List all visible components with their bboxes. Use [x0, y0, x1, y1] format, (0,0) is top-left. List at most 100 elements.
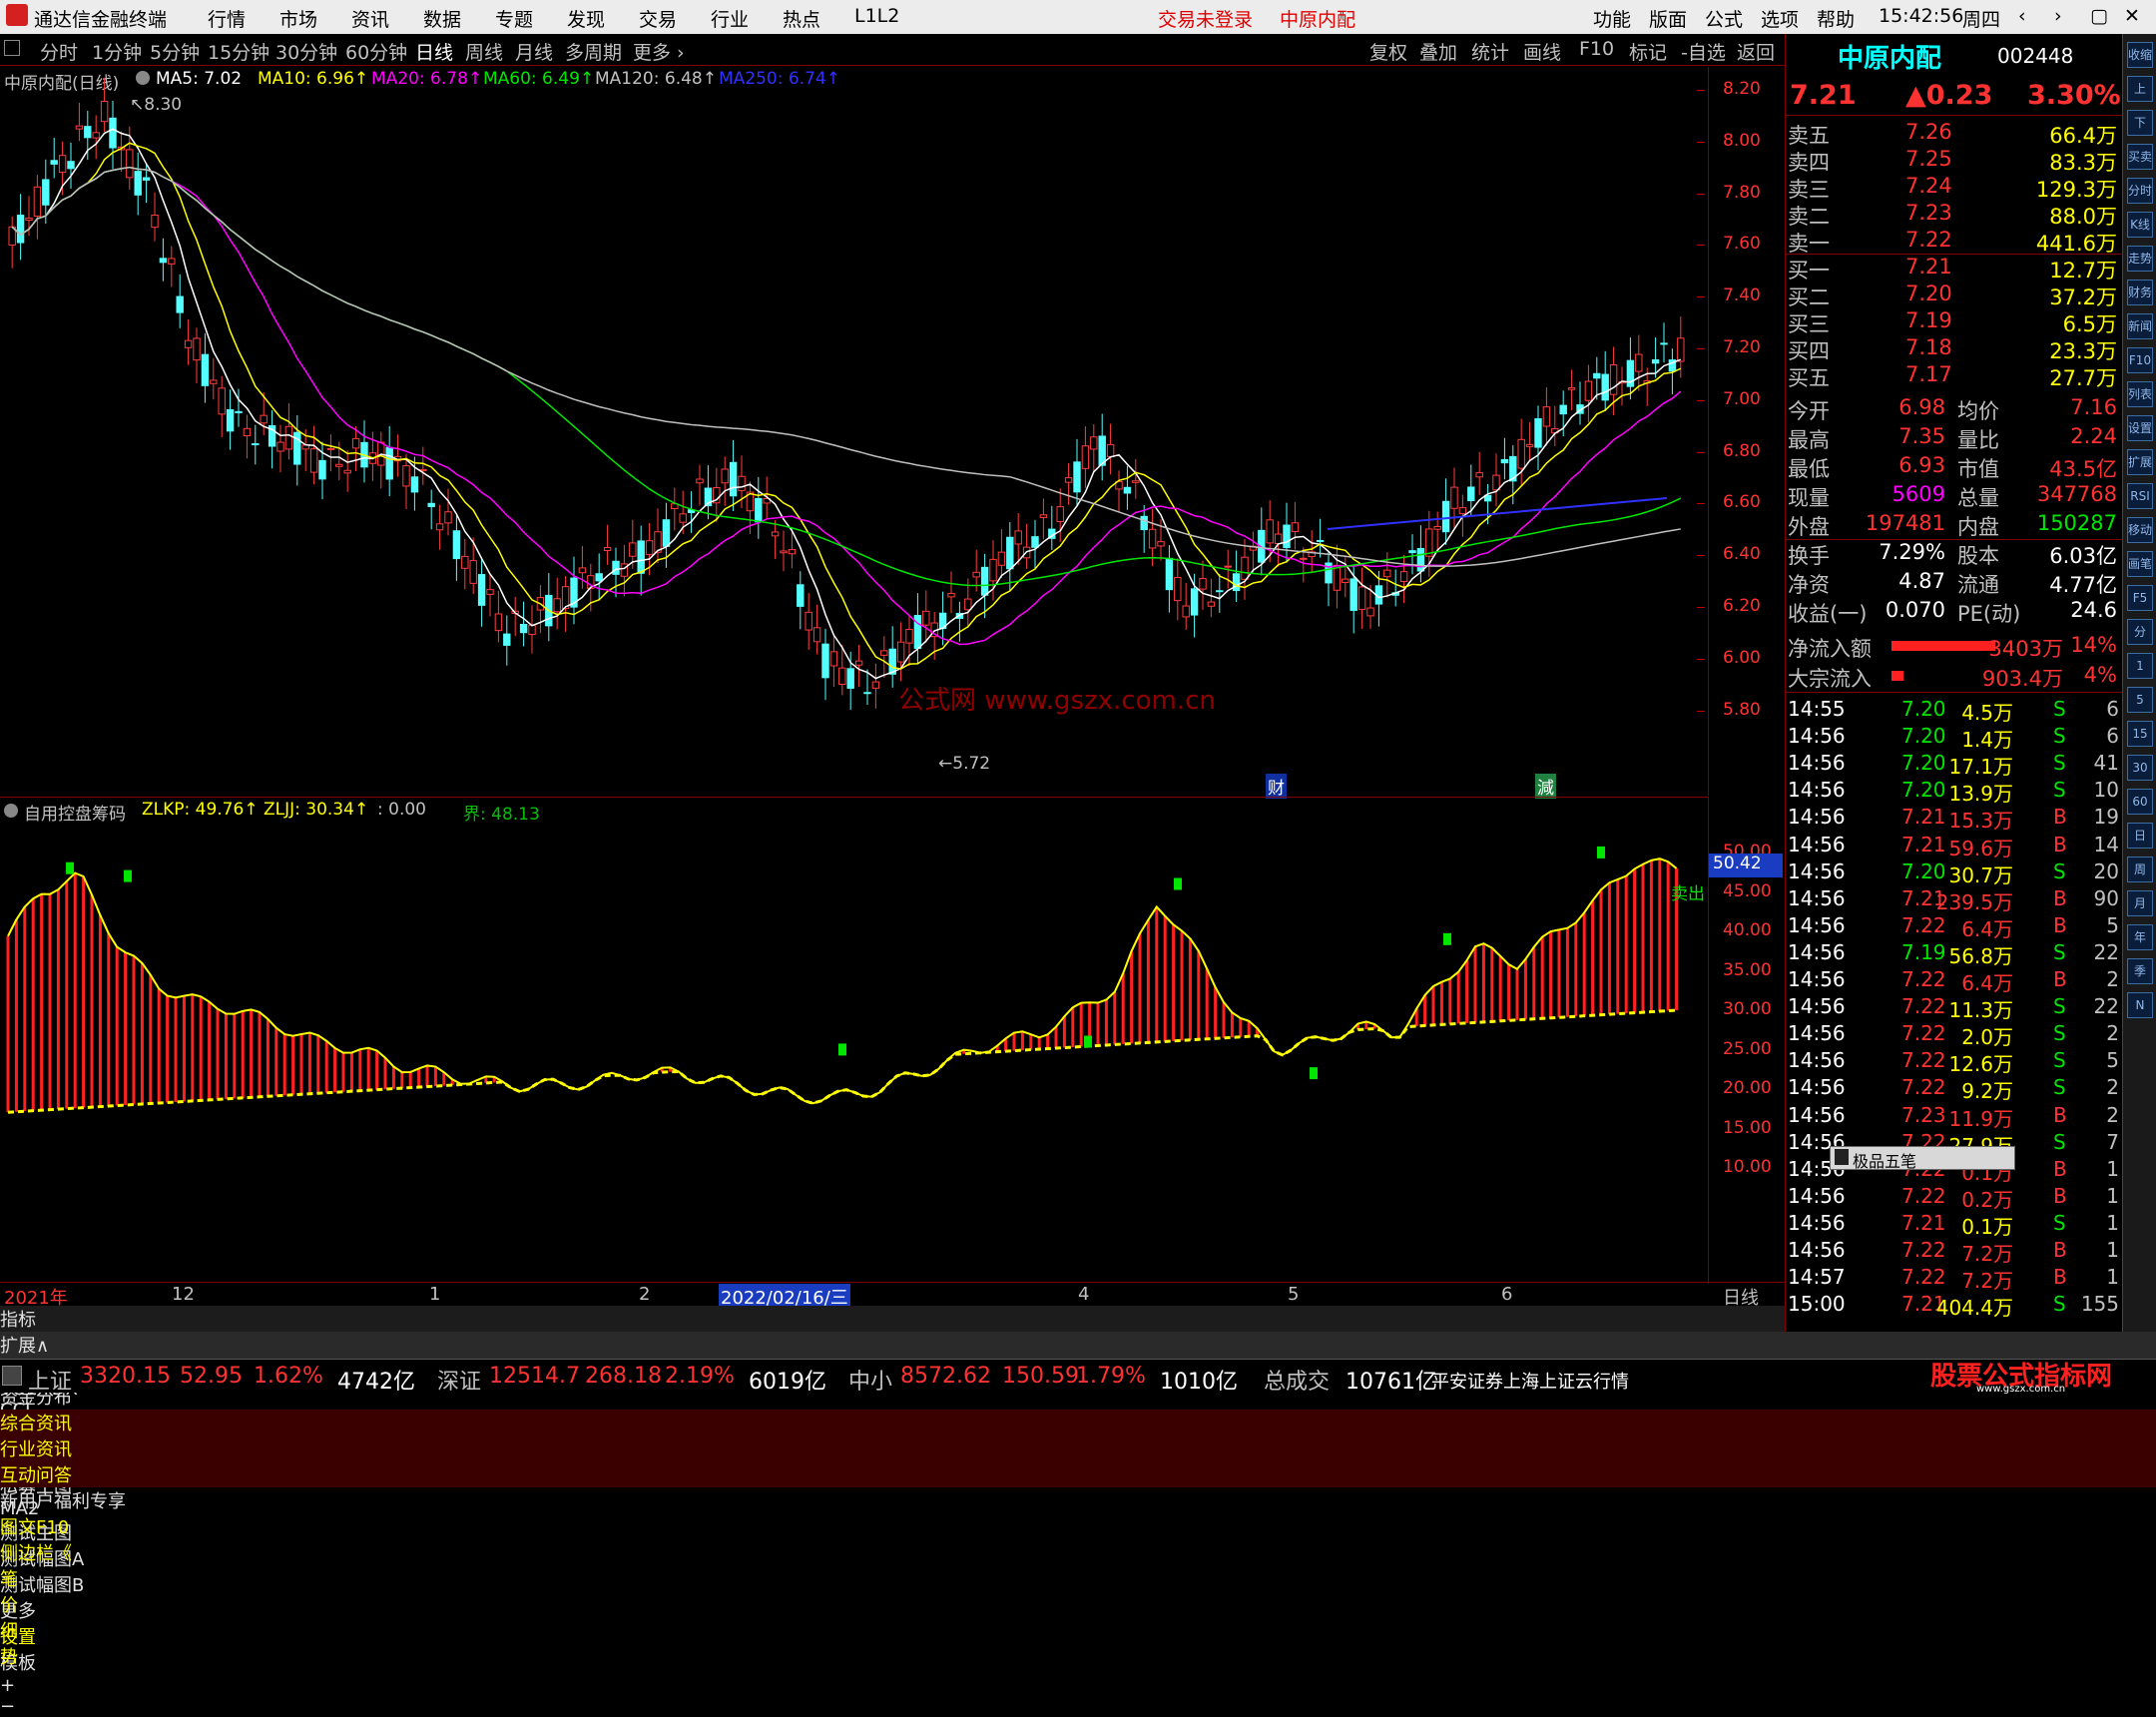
menu-zhuanti[interactable]: 专题 — [495, 5, 533, 32]
panel-toggle-icon[interactable] — [4, 40, 20, 56]
tool-tongji[interactable]: 统计 — [1471, 38, 1509, 65]
nav-right-1[interactable]: 侧边栏《 — [0, 1539, 2156, 1565]
period-fenshi[interactable]: 分时 — [40, 38, 78, 65]
indicator-right-2[interactable]: − — [0, 1696, 1785, 1717]
sidebar-icon-23[interactable]: 日 — [2127, 823, 2153, 849]
tick-row[interactable]: 14:56 7.22 7.2万 B 1 — [1786, 1238, 2123, 1266]
period-5min[interactable]: 5分钟 — [150, 38, 200, 65]
ime-toolbar[interactable]: 极品五笔 — [1830, 1146, 2015, 1171]
period-60min[interactable]: 60分钟 — [345, 38, 407, 65]
restore-icon[interactable]: ▢ — [2090, 5, 2108, 27]
nav-right-2[interactable]: 笔 — [0, 1565, 2156, 1591]
nav-tab-3[interactable]: 综合资讯 — [0, 1410, 2156, 1435]
sidebar-icon-21[interactable]: 30 — [2127, 755, 2153, 781]
period-multi[interactable]: 多周期 — [565, 38, 622, 65]
forward-icon[interactable]: › — [2054, 5, 2062, 27]
close-icon[interactable]: ✕ — [2124, 5, 2140, 27]
tick-row[interactable]: 14:56 7.20 30.7万 S 20 — [1786, 859, 2123, 887]
sidebar-icon-9[interactable]: F10 — [2127, 347, 2153, 373]
period-more[interactable]: 更多 › — [633, 38, 685, 65]
tick-row[interactable]: 14:55 7.20 4.5万 S 6 — [1786, 697, 2123, 725]
period-daily[interactable]: 日线 — [415, 38, 453, 65]
tool-diejia[interactable]: 叠加 — [1419, 38, 1457, 65]
sidebar-icon-27[interactable]: 季 — [2127, 958, 2153, 984]
tick-row[interactable]: 14:56 7.22 11.3万 S 22 — [1786, 994, 2123, 1022]
menu-faxian[interactable]: 发现 — [567, 5, 605, 32]
tool-f10[interactable]: F10 — [1579, 38, 1614, 60]
sidebar-icon-16[interactable]: F5 — [2127, 585, 2153, 611]
sidebar-icon-6[interactable]: 走势 — [2127, 246, 2153, 272]
event-jian[interactable]: 減 — [1535, 774, 1556, 799]
sidebar-icon-15[interactable]: 画笔 — [2127, 551, 2153, 577]
sidebar-icon-0[interactable]: 收缩 — [2127, 42, 2153, 68]
menu-hangqing[interactable]: 行情 — [208, 5, 246, 32]
sidebar-icon-1[interactable]: 上 — [2127, 76, 2153, 102]
nav-tab-0[interactable]: 扩展∧ — [0, 1332, 2156, 1358]
menu-redian[interactable]: 热点 — [783, 5, 820, 32]
menu-gongneng[interactable]: 功能 — [1593, 5, 1631, 32]
menu-xuanxiang[interactable]: 选项 — [1761, 5, 1799, 32]
nav-tab-6[interactable]: 新用户福利专享 — [0, 1487, 2156, 1513]
nav-right-4[interactable]: 细 — [0, 1617, 2156, 1643]
login-status[interactable]: 交易未登录 — [1158, 5, 1253, 32]
period-weekly[interactable]: 周线 — [465, 38, 503, 65]
tick-row[interactable]: 14:56 7.21 15.3万 B 19 — [1786, 805, 2123, 833]
sidebar-icon-28[interactable]: N — [2127, 992, 2153, 1018]
sidebar-icon-12[interactable]: 扩展 — [2127, 449, 2153, 475]
tick-row[interactable]: 14:56 7.22 2.0万 S 2 — [1786, 1021, 2123, 1049]
menu-shuju[interactable]: 数据 — [423, 5, 461, 32]
period-30min[interactable]: 30分钟 — [275, 38, 337, 65]
ticker-icon[interactable] — [2, 1366, 22, 1386]
sidebar-icon-18[interactable]: 1 — [2127, 653, 2153, 679]
tool-fuquan[interactable]: 复权 — [1369, 38, 1407, 65]
menu-shichang[interactable]: 市场 — [279, 5, 317, 32]
zx-label[interactable]: 中小 — [848, 1364, 892, 1396]
sidebar-icon-2[interactable]: 下 — [2127, 110, 2153, 136]
sidebar-icon-11[interactable]: 设置 — [2127, 415, 2153, 441]
tick-row[interactable]: 14:56 7.21 0.1万 S 1 — [1786, 1211, 2123, 1239]
tool-biaoji[interactable]: 标记 — [1629, 38, 1667, 65]
menu-l1l2[interactable]: L1L2 — [854, 5, 899, 27]
sidebar-icon-17[interactable]: 分 — [2127, 619, 2153, 645]
nav-right-0[interactable]: 图文F10 — [0, 1513, 2156, 1539]
nav-right-3[interactable]: 价 — [0, 1591, 2156, 1617]
indicator-panel[interactable]: 自用控盘筹码 ZLKP: 49.76↑ ZLJJ: 30.34↑ : 0.00 … — [0, 797, 1783, 1284]
nav-tab-5[interactable]: 互动问答 — [0, 1461, 2156, 1487]
event-cai[interactable]: 财 — [1266, 774, 1287, 799]
tick-row[interactable]: 14:56 7.23 11.9万 B 2 — [1786, 1103, 2123, 1131]
menu-hangye[interactable]: 行业 — [711, 5, 749, 32]
tick-row[interactable]: 14:56 7.21 239.5万 B 90 — [1786, 886, 2123, 914]
tick-row[interactable]: 14:56 7.20 17.1万 S 41 — [1786, 751, 2123, 779]
period-monthly[interactable]: 月线 — [515, 38, 553, 65]
sidebar-icon-14[interactable]: 移动 — [2127, 517, 2153, 543]
period-1min[interactable]: 1分钟 — [92, 38, 142, 65]
tick-row[interactable]: 14:57 7.22 7.2万 B 1 — [1786, 1265, 2123, 1293]
indicator-right-1[interactable]: + — [0, 1675, 1785, 1696]
sidebar-icon-22[interactable]: 60 — [2127, 789, 2153, 815]
menu-banmian[interactable]: 版面 — [1649, 5, 1687, 32]
tick-row[interactable]: 14:56 7.22 0.2万 B 1 — [1786, 1184, 2123, 1212]
sidebar-icon-25[interactable]: 月 — [2127, 890, 2153, 916]
indicator-tab-0[interactable]: 指标 — [0, 1306, 1785, 1332]
sidebar-icon-19[interactable]: 5 — [2127, 687, 2153, 713]
tick-row[interactable]: 14:56 7.22 12.6万 S 5 — [1786, 1048, 2123, 1076]
nav-tab-4[interactable]: 行业资讯 — [0, 1435, 2156, 1461]
back-icon[interactable]: ‹ — [2018, 5, 2026, 27]
tick-row[interactable]: 14:56 7.21 59.6万 B 14 — [1786, 833, 2123, 860]
menu-bangzhu[interactable]: 帮助 — [1817, 5, 1855, 32]
tick-row[interactable]: 15:00 7.21 404.4万 S 155 — [1786, 1292, 2123, 1320]
sidebar-icon-10[interactable]: 列表 — [2127, 381, 2153, 407]
sidebar-icon-26[interactable]: 年 — [2127, 924, 2153, 950]
sidebar-icon-8[interactable]: 新闻 — [2127, 313, 2153, 339]
tick-row[interactable]: 14:56 7.22 6.4万 B 5 — [1786, 913, 2123, 941]
sidebar-icon-24[interactable]: 周 — [2127, 857, 2153, 882]
tick-row[interactable]: 14:56 7.22 6.4万 B 2 — [1786, 967, 2123, 995]
tick-row[interactable]: 14:56 7.20 13.9万 S 10 — [1786, 778, 2123, 806]
sidebar-icon-7[interactable]: 财务 — [2127, 280, 2153, 305]
sidebar-icon-5[interactable]: K线 — [2127, 212, 2153, 238]
menu-jiaoyi[interactable]: 交易 — [639, 5, 677, 32]
tick-row[interactable]: 14:56 7.22 9.2万 S 2 — [1786, 1075, 2123, 1103]
nav-right-5[interactable]: 势 — [0, 1643, 2156, 1669]
period-15min[interactable]: 15分钟 — [208, 38, 270, 65]
menu-zixun[interactable]: 资讯 — [351, 5, 389, 32]
